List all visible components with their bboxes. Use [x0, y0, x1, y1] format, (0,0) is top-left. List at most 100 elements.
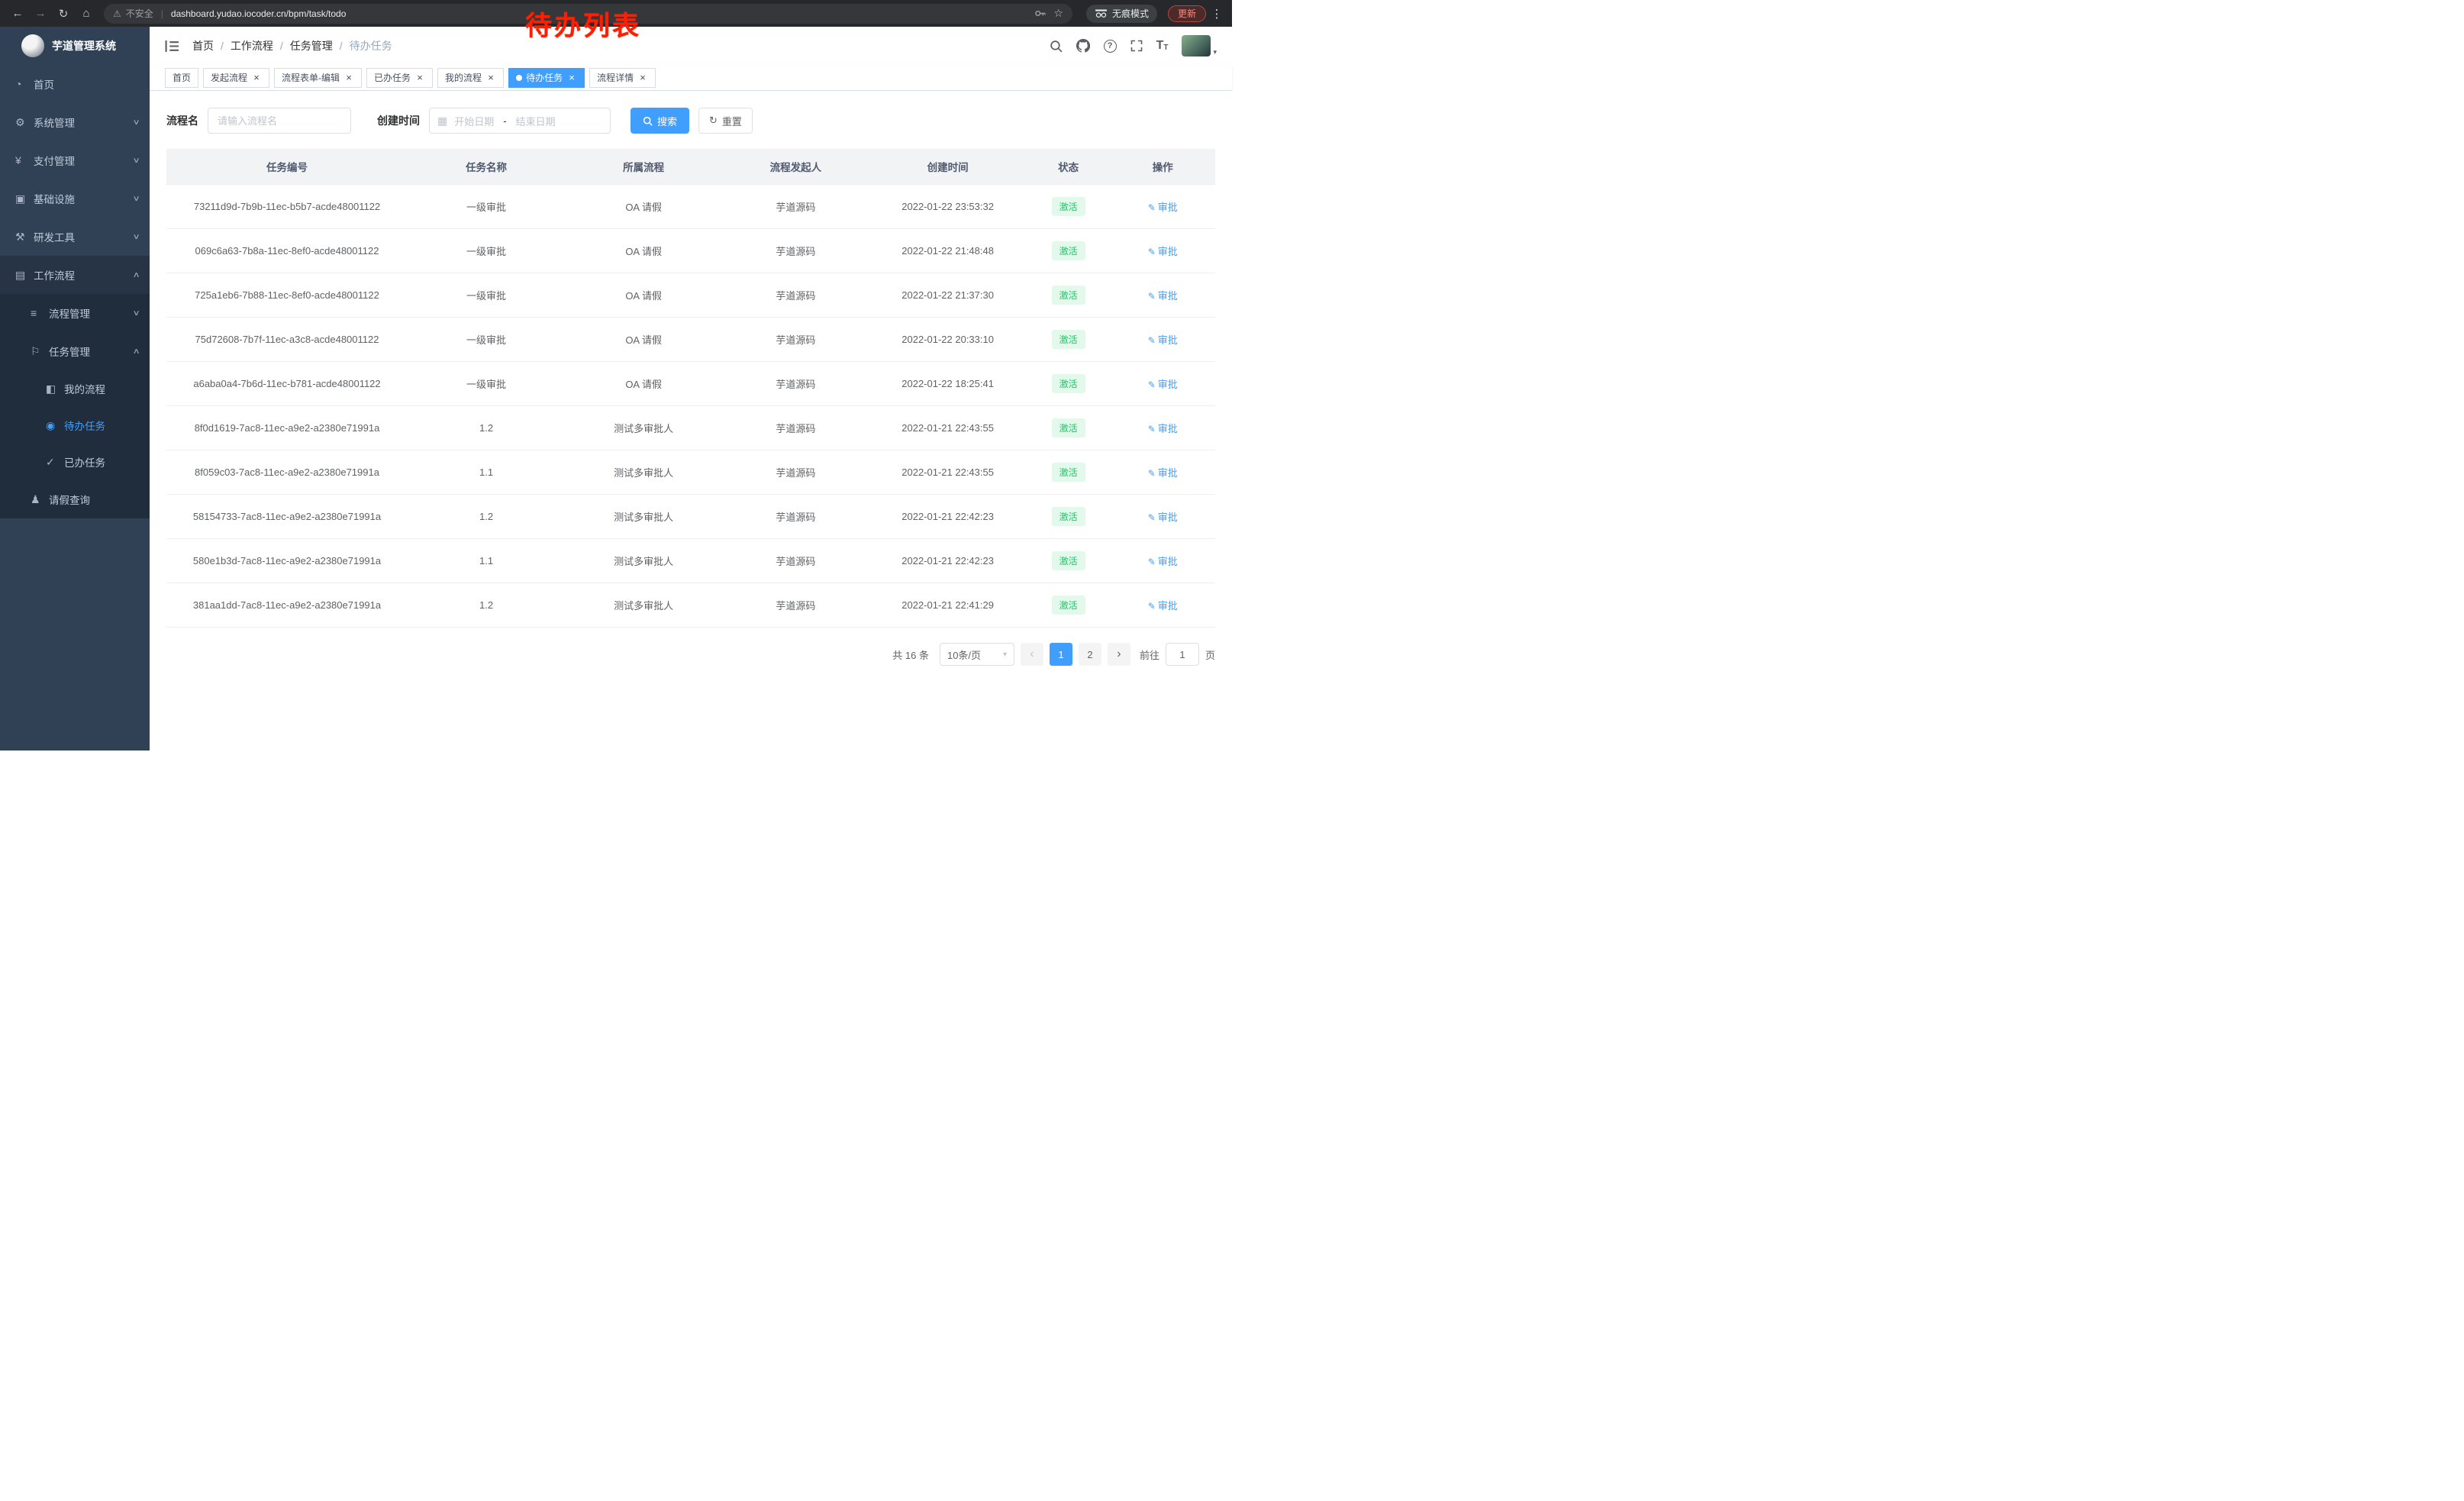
tab-item[interactable]: 我的流程× — [437, 68, 504, 88]
cell-status: 激活 — [1027, 495, 1111, 539]
cell-action: ✎审批 — [1111, 495, 1215, 539]
check-icon: ✓ — [46, 456, 64, 469]
edit-icon: ✎ — [1148, 247, 1156, 257]
sidebar-item-payment[interactable]: ¥ 支付管理 ∨ — [0, 141, 150, 179]
cell-process: 测试多审批人 — [565, 406, 722, 450]
sidebar-item-infra[interactable]: ▣ 基础设施 ∨ — [0, 179, 150, 218]
cell-task-name: 一级审批 — [408, 229, 565, 273]
approve-link[interactable]: ✎审批 — [1148, 290, 1178, 302]
bookmark-star-icon[interactable]: ☆ — [1053, 7, 1063, 20]
github-icon[interactable] — [1076, 39, 1090, 53]
tab-item[interactable]: 流程详情× — [589, 68, 656, 88]
cell-initiator: 芋道源码 — [722, 450, 869, 495]
breadcrumb-item[interactable]: 任务管理 — [290, 38, 333, 53]
breadcrumb-item[interactable]: 首页 — [192, 38, 214, 53]
page-button-1[interactable]: 1 — [1050, 643, 1072, 666]
cell-action: ✎审批 — [1111, 450, 1215, 495]
table-row: 8f0d1619-7ac8-11ec-a9e2-a2380e71991a1.2测… — [166, 406, 1215, 450]
table-row: 725a1eb6-7b88-11ec-8ef0-acde48001122一级审批… — [166, 273, 1215, 318]
sidebar-item-system[interactable]: ⚙ 系统管理 ∨ — [0, 103, 150, 141]
tab-item[interactable]: 已办任务× — [366, 68, 433, 88]
browser-menu-icon[interactable]: ⋮ — [1209, 7, 1224, 21]
table-row: a6aba0a4-7b6d-11ec-b781-acde48001122一级审批… — [166, 362, 1215, 406]
edit-icon: ✎ — [1148, 512, 1156, 523]
breadcrumb-item[interactable]: 工作流程 — [231, 38, 273, 53]
key-icon[interactable] — [1034, 8, 1046, 19]
reset-button[interactable]: ↻ 重置 — [698, 108, 753, 134]
cell-task-id: 725a1eb6-7b88-11ec-8ef0-acde48001122 — [166, 273, 408, 318]
process-name-input[interactable] — [208, 108, 351, 134]
tab-close-icon[interactable]: × — [251, 73, 262, 83]
update-button[interactable]: 更新 — [1168, 5, 1206, 22]
tab-item[interactable]: 发起流程× — [203, 68, 269, 88]
user-menu[interactable]: ▾ — [1182, 35, 1217, 56]
approve-link[interactable]: ✎审批 — [1148, 246, 1178, 257]
sidebar-item-home[interactable]: ◔ 首页 — [0, 65, 150, 103]
sidebar-item-done-task[interactable]: ✓ 已办任务 — [0, 444, 150, 480]
sidebar-logo[interactable]: 芋道管理系统 — [0, 27, 150, 65]
sidebar-item-workflow[interactable]: ▤ 工作流程 ∧ — [0, 256, 150, 294]
list-icon: ≡ — [31, 307, 49, 319]
status-badge: 激活 — [1052, 507, 1085, 526]
sidebar-item-task-manage[interactable]: ⚐ 任务管理 ∧ — [0, 332, 150, 370]
cell-process: OA 请假 — [565, 318, 722, 362]
date-range-picker[interactable]: ▦ 开始日期 - 结束日期 — [429, 108, 611, 134]
cell-status: 激活 — [1027, 229, 1111, 273]
status-badge: 激活 — [1052, 463, 1085, 482]
search-button[interactable]: 搜索 — [631, 108, 689, 134]
sidebar-item-leave-query[interactable]: ♟ 请假查询 — [0, 480, 150, 518]
breadcrumb: 首页/工作流程/任务管理/待办任务 — [192, 38, 392, 53]
browser-forward-icon[interactable]: → — [31, 4, 50, 24]
approve-link[interactable]: ✎审批 — [1148, 423, 1178, 434]
url-text: dashboard.yudao.iocoder.cn/bpm/task/todo — [171, 8, 347, 19]
tab-close-icon[interactable]: × — [343, 73, 354, 83]
approve-link[interactable]: ✎审批 — [1148, 334, 1178, 346]
prev-page-button[interactable]: ‹ — [1021, 643, 1043, 666]
breadcrumb-separator: / — [340, 40, 343, 52]
approve-link[interactable]: ✎审批 — [1148, 467, 1178, 479]
sidebar-item-devtools[interactable]: ⚒ 研发工具 ∨ — [0, 218, 150, 256]
cell-task-name: 一级审批 — [408, 273, 565, 318]
sidebar-item-label: 工作流程 — [34, 267, 134, 282]
tab-close-icon[interactable]: × — [485, 73, 496, 83]
font-size-icon[interactable]: TT — [1156, 40, 1169, 52]
logo-image — [21, 34, 44, 57]
approve-link[interactable]: ✎审批 — [1148, 379, 1178, 390]
sidebar-item-my-process[interactable]: ◧ 我的流程 — [0, 370, 150, 407]
tab-item[interactable]: 流程表单-编辑× — [274, 68, 362, 88]
edit-icon: ✎ — [1148, 202, 1156, 213]
font-size-large: T — [1156, 40, 1164, 52]
eye-icon: ◉ — [46, 419, 64, 432]
cell-created-time: 2022-01-22 21:37:30 — [869, 273, 1027, 318]
active-tab-dot-icon — [516, 75, 522, 81]
tab-close-icon[interactable]: × — [637, 73, 648, 83]
approve-link[interactable]: ✎审批 — [1148, 202, 1178, 213]
table-head: 任务编号任务名称所属流程流程发起人创建时间状态操作 — [166, 149, 1215, 185]
jump-page-input[interactable] — [1166, 643, 1199, 666]
approve-link[interactable]: ✎审批 — [1148, 600, 1178, 612]
approve-link[interactable]: ✎审批 — [1148, 512, 1178, 523]
sidebar-item-label: 流程管理 — [49, 305, 134, 321]
tab-item[interactable]: 首页 — [165, 68, 198, 88]
page-size-select[interactable]: 10条/页 ▾ — [940, 643, 1014, 666]
tab-close-icon[interactable]: × — [414, 73, 425, 83]
fullscreen-icon[interactable] — [1130, 40, 1143, 52]
next-page-button[interactable]: › — [1108, 643, 1130, 666]
sidebar-item-process-manage[interactable]: ≡ 流程管理 ∨ — [0, 294, 150, 332]
cell-status: 激活 — [1027, 450, 1111, 495]
tab-close-icon[interactable]: × — [566, 73, 577, 83]
sidebar-item-todo-task[interactable]: ◉ 待办任务 — [0, 407, 150, 444]
page-button-2[interactable]: 2 — [1079, 643, 1101, 666]
sidebar-collapse-icon[interactable] — [165, 39, 180, 53]
browser-back-icon[interactable]: ← — [8, 4, 27, 24]
sidebar-item-label: 任务管理 — [49, 344, 134, 359]
help-icon[interactable]: ? — [1104, 40, 1117, 53]
sidebar: 芋道管理系统 ◔ 首页 ⚙ 系统管理 ∨ ¥ 支付管理 ∨ ▣ — [0, 27, 150, 750]
chevron-down-icon: ∨ — [132, 195, 140, 203]
browser-reload-icon[interactable]: ↻ — [53, 4, 73, 24]
column-header: 所属流程 — [565, 149, 722, 185]
approve-link[interactable]: ✎审批 — [1148, 556, 1178, 567]
search-icon[interactable] — [1050, 40, 1063, 53]
tab-active[interactable]: 待办任务× — [508, 68, 585, 88]
browser-home-icon[interactable]: ⌂ — [76, 4, 96, 24]
